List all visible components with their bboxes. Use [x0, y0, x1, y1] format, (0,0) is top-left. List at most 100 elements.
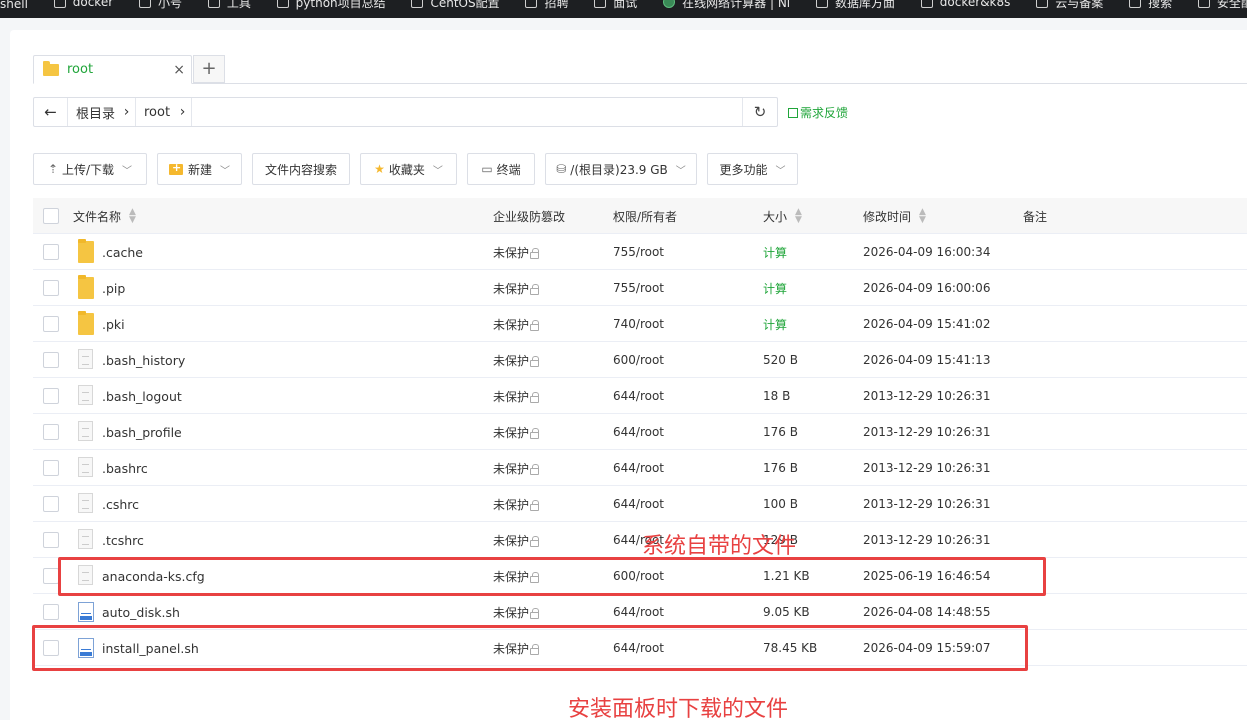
- tamper-status[interactable]: 未保护: [493, 486, 540, 522]
- row-checkbox[interactable]: [43, 568, 59, 584]
- table-row[interactable]: .pip 未保护 755/root 计算 2026-04-09 16:00:06: [33, 270, 1247, 306]
- column-size[interactable]: 大小 ▲ ▼: [763, 198, 802, 234]
- annotation-system-files: 系统自带的文件: [642, 534, 797, 559]
- table-row[interactable]: .bash_logout 未保护 644/root 18 B 2013-12-29 10…: [33, 378, 1247, 414]
- row-checkbox[interactable]: [43, 460, 59, 476]
- column-mtime[interactable]: 修改时间 ▲ ▼: [863, 198, 926, 234]
- lock-icon: [530, 283, 540, 295]
- row-checkbox[interactable]: [43, 388, 59, 404]
- row-checkbox[interactable]: [43, 604, 59, 620]
- breadcrumb-root-dir[interactable]: 根目录: [76, 98, 115, 126]
- tab-root[interactable]: root ×: [33, 55, 192, 84]
- chevron-right-icon[interactable]: ›: [174, 98, 192, 126]
- sort-icon[interactable]: ▲ ▼: [795, 208, 802, 225]
- file-name[interactable]: .cache: [102, 234, 143, 270]
- permission-owner[interactable]: 644/root: [613, 450, 664, 486]
- row-checkbox[interactable]: [43, 352, 59, 368]
- sort-icon[interactable]: ▲ ▼: [919, 208, 926, 225]
- breadcrumb-root[interactable]: root: [144, 98, 170, 126]
- disk-select-button[interactable]: ⛁ /(根目录)23.9 GB ﹀: [545, 153, 697, 185]
- file-name[interactable]: .bashrc: [102, 450, 148, 486]
- upload-download-button[interactable]: ⇡ 上传/下载 ﹀: [33, 153, 147, 185]
- bookmark[interactable]: 数据库方面: [815, 0, 895, 11]
- bookmark[interactable]: 面试: [594, 0, 637, 11]
- folder-icon: [525, 0, 538, 8]
- more-functions-button[interactable]: 更多功能 ﹀: [707, 153, 798, 185]
- permission-owner[interactable]: 755/root: [613, 270, 664, 306]
- tamper-status[interactable]: 未保护: [493, 378, 540, 414]
- permission-owner[interactable]: 600/root: [613, 342, 664, 378]
- permission-owner[interactable]: 644/root: [613, 378, 664, 414]
- permission-owner[interactable]: 644/root: [613, 414, 664, 450]
- refresh-button[interactable]: ↻: [742, 98, 777, 126]
- permission-owner[interactable]: 644/root: [613, 486, 664, 522]
- file-size[interactable]: 计算: [763, 306, 787, 342]
- tamper-status[interactable]: 未保护: [493, 522, 540, 558]
- file-size: 100 B: [763, 497, 798, 511]
- bookmark[interactable]: 小号: [138, 0, 182, 11]
- chevron-right-icon[interactable]: ›: [118, 98, 136, 126]
- close-icon[interactable]: ×: [173, 62, 185, 78]
- row-checkbox[interactable]: [43, 244, 59, 260]
- file-name[interactable]: .pki: [102, 306, 125, 342]
- bookmark[interactable]: 安全配置: [1197, 0, 1247, 11]
- table-row[interactable]: .cache 未保护 755/root 计算 2026-04-09 16:00:34: [33, 234, 1247, 270]
- feedback-link[interactable]: 需求反馈: [788, 104, 848, 121]
- file-size[interactable]: 计算: [763, 270, 787, 306]
- chevron-down-icon: ﹀: [220, 165, 230, 177]
- table-row[interactable]: .pki 未保护 740/root 计算 2026-04-09 15:41:02: [33, 306, 1247, 342]
- tamper-status[interactable]: 未保护: [493, 414, 540, 450]
- add-tab-button[interactable]: +: [193, 55, 225, 83]
- new-button[interactable]: 新建 ﹀: [157, 153, 242, 185]
- tamper-status[interactable]: 未保护: [493, 342, 540, 378]
- file-icon: [78, 529, 93, 549]
- tamper-status[interactable]: 未保护: [493, 270, 540, 306]
- table-row[interactable]: .cshrc 未保护 644/root 100 B 2013-12-29 10:26:3…: [33, 486, 1247, 522]
- bookmark[interactable]: docker: [53, 0, 113, 11]
- file-name[interactable]: .bash_history: [102, 342, 185, 378]
- bookmark[interactable]: 搜索: [1129, 0, 1172, 11]
- modified-time: 2026-04-09 15:41:02: [863, 317, 991, 331]
- table-row[interactable]: .bash_history 未保护 600/root 520 B 2026-04-09 …: [33, 342, 1247, 378]
- column-note: 备注: [1023, 209, 1048, 224]
- row-checkbox[interactable]: [43, 532, 59, 548]
- bookmark[interactable]: 在线网络计算器 | Ni: [663, 0, 790, 11]
- modified-time: 2013-12-29 10:26:31: [863, 533, 991, 547]
- favorites-button[interactable]: ★ 收藏夹 ﹀: [360, 153, 457, 185]
- bookmark[interactable]: docker&k8s: [920, 0, 1010, 11]
- bookmark[interactable]: 工具: [207, 0, 251, 11]
- row-checkbox[interactable]: [43, 496, 59, 512]
- table-row[interactable]: .bash_profile 未保护 644/root 176 B 2013-12-29 …: [33, 414, 1247, 450]
- modified-time: 2026-04-09 16:00:34: [863, 245, 991, 259]
- row-checkbox[interactable]: [43, 280, 59, 296]
- permission-owner[interactable]: 740/root: [613, 306, 664, 342]
- bookmarks-bar: shell docker 小号 工具 python项目总结 CentOS配置 招…: [0, 0, 1247, 18]
- tamper-status[interactable]: 未保护: [493, 306, 540, 342]
- bookmark[interactable]: shell: [0, 0, 28, 13]
- row-checkbox[interactable]: [43, 424, 59, 440]
- bookmark[interactable]: CentOS配置: [411, 0, 500, 11]
- bookmark[interactable]: 云与备案: [1036, 0, 1103, 11]
- select-all-checkbox[interactable]: [43, 208, 59, 224]
- terminal-button[interactable]: ▭ 终端: [467, 153, 535, 185]
- file-name[interactable]: .pip: [102, 270, 125, 306]
- sort-icon[interactable]: ▲ ▼: [129, 208, 136, 225]
- file-name[interactable]: .tcshrc: [102, 522, 144, 558]
- bookmark[interactable]: 招聘: [525, 0, 568, 11]
- file-name[interactable]: .bash_profile: [102, 414, 182, 450]
- column-name[interactable]: 文件名称 ▲ ▼: [73, 198, 136, 234]
- file-name[interactable]: .cshrc: [102, 486, 139, 522]
- tamper-status[interactable]: 未保护: [493, 234, 540, 270]
- back-button[interactable]: ←: [34, 98, 68, 126]
- table-row[interactable]: .tcshrc 未保护 644/root 129 B 2013-12-29 10:26:…: [33, 522, 1247, 558]
- bookmark[interactable]: python项目总结: [276, 0, 386, 11]
- column-tamper: 企业级防篡改: [493, 209, 566, 224]
- permission-owner[interactable]: 755/root: [613, 234, 664, 270]
- content-search-button[interactable]: 文件内容搜索: [252, 153, 350, 185]
- table-row[interactable]: .bashrc 未保护 644/root 176 B 2013-12-29 10:26:…: [33, 450, 1247, 486]
- row-checkbox[interactable]: [43, 316, 59, 332]
- lock-icon: [530, 499, 540, 511]
- file-name[interactable]: .bash_logout: [102, 378, 182, 414]
- file-size[interactable]: 计算: [763, 234, 787, 270]
- tamper-status[interactable]: 未保护: [493, 450, 540, 486]
